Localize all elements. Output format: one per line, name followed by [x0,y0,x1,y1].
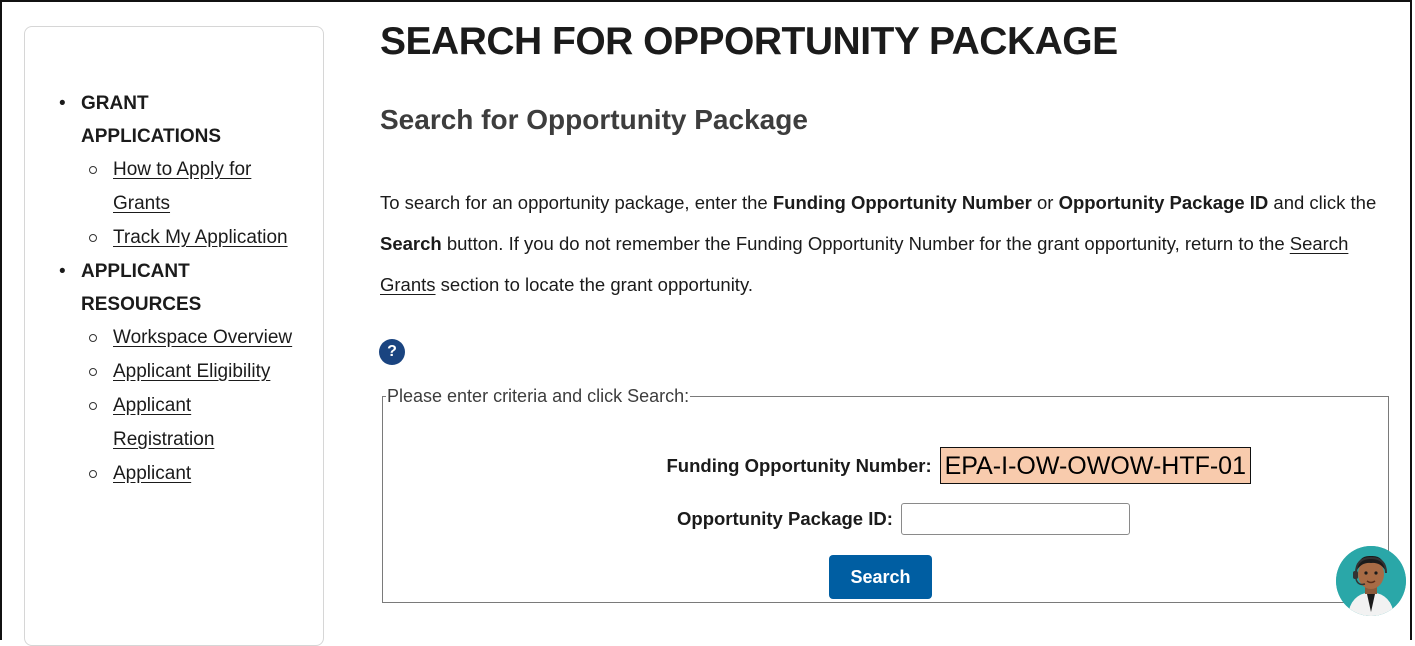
sidebar-item-applicant: Applicant [81,457,297,491]
sidebar-link-applicant[interactable]: Applicant [113,457,293,491]
sidebar-link-applicant-registration[interactable]: Applicant Registration [113,389,293,457]
intro-text-part: and click the [1268,192,1377,213]
section-title: Search for Opportunity Package [380,104,808,135]
intro-bold-pid: Opportunity Package ID [1058,192,1269,213]
sidebar-item-how-to-apply: How to Apply for Grants [81,153,297,221]
criteria-legend: Please enter criteria and click Search: [387,386,690,406]
sidebar-link-how-to-apply[interactable]: How to Apply for Grants [113,153,293,221]
sidebar-heading: APPLICANT RESOURCES [81,261,202,315]
fon-row: Funding Opportunity Number: EPA-I-OW-OWO… [666,447,1251,484]
sidebar-sublist: How to Apply for Grants Track My Applica… [81,153,297,255]
intro-text-part: section to locate the grant opportunity. [435,274,753,295]
sidebar-link-applicant-eligibility[interactable]: Applicant Eligibility [113,355,293,389]
page-title: SEARCH FOR OPPORTUNITY PACKAGE [380,20,1118,63]
pid-label: Opportunity Package ID: [677,508,893,529]
sidebar-section-applicant-resources: APPLICANT RESOURCES Workspace Overview A… [57,255,297,491]
support-agent-avatar-icon[interactable] [1336,546,1406,616]
sidebar-item-workspace-overview: Workspace Overview [81,321,297,355]
sidebar-link-workspace-overview[interactable]: Workspace Overview [113,321,293,355]
sidebar-section-grant-applications: GRANT APPLICATIONS How to Apply for Gran… [57,87,297,255]
intro-bold-search: Search [380,233,442,254]
sidebar-sublist: Workspace Overview Applicant Eligibility… [81,321,297,491]
intro-text: To search for an opportunity package, en… [380,182,1380,305]
intro-text-part: To search for an opportunity package, en… [380,192,773,213]
search-criteria-fieldset: Please enter criteria and click Search: … [382,386,1389,603]
intro-text-part: button. If you do not remember the Fundi… [441,233,1290,254]
support-agent-avatar-graphic [1336,546,1406,616]
pid-row: Opportunity Package ID: [677,503,1130,535]
sidebar-link-track-application[interactable]: Track My Application [113,221,293,255]
help-question-icon[interactable]: ? [379,339,405,365]
sidebar-heading: GRANT APPLICATIONS [81,93,222,147]
sidebar-nav: GRANT APPLICATIONS How to Apply for Gran… [24,26,324,646]
intro-text-part: or [1031,192,1059,213]
sidebar-item-track-application: Track My Application [81,221,297,255]
intro-bold-fon: Funding Opportunity Number [772,192,1032,213]
sidebar-item-applicant-registration: Applicant Registration [81,389,297,457]
sidebar-item-applicant-eligibility: Applicant Eligibility [81,355,297,389]
sidebar-list: GRANT APPLICATIONS How to Apply for Gran… [57,87,297,491]
funding-opportunity-number-field[interactable]: EPA-I-OW-OWOW-HTF-01 [939,447,1251,484]
opportunity-package-id-input[interactable] [900,503,1130,535]
search-button[interactable]: Search [829,555,932,599]
fon-label: Funding Opportunity Number: [666,454,932,476]
